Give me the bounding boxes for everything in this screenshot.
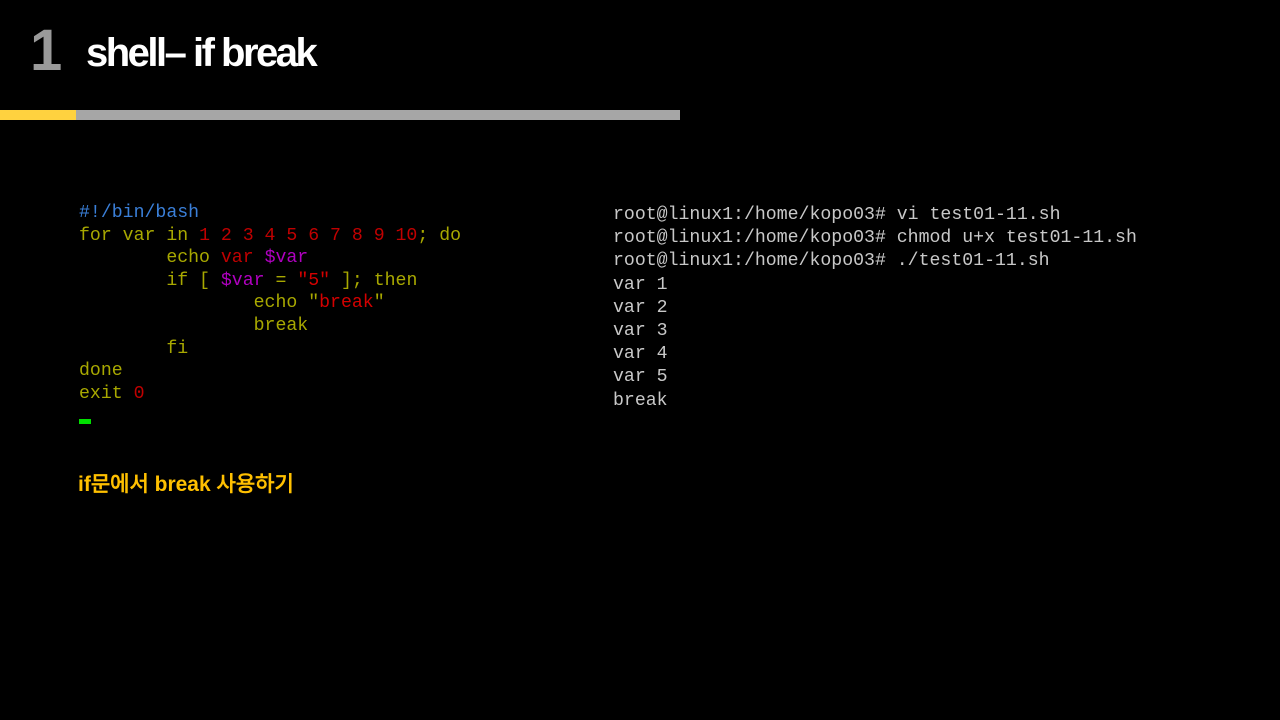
script-line: if [ $var = "5" ]; then	[79, 270, 461, 293]
script-token: break	[319, 293, 374, 314]
script-token: "	[308, 293, 320, 314]
slide-title: shell– if break	[86, 31, 318, 75]
script-token: fi	[79, 338, 189, 359]
script-line: fi	[79, 338, 461, 361]
terminal-output: root@linux1:/home/kopo03# vi test01-11.s…	[613, 204, 1137, 413]
terminal-line: root@linux1:/home/kopo03# vi test01-11.s…	[613, 205, 1061, 225]
script-token: 1 2 3 4 5 6 7 8 9 10	[199, 225, 418, 246]
slide-number: 1	[30, 18, 63, 83]
script-token: echo	[79, 248, 221, 269]
terminal-line: break	[613, 390, 668, 411]
script-line: echo "break"	[79, 292, 461, 315]
script-token: if [	[79, 270, 221, 291]
script-token: "5"	[297, 270, 331, 291]
script-token: #!/bin/bash	[79, 203, 200, 223]
script-line: exit 0	[79, 383, 461, 406]
terminal-line: var 4	[613, 344, 668, 365]
script-token: break	[79, 315, 309, 336]
text-cursor	[79, 418, 91, 424]
terminal-line: var 2	[613, 297, 668, 318]
slide-caption: if문에서 break 사용하기	[78, 473, 294, 496]
script-token: ]; then	[330, 270, 418, 291]
terminal-line: root@linux1:/home/kopo03# chmod u+x test…	[613, 228, 1137, 249]
script-line: done	[79, 360, 461, 383]
script-token: "	[373, 293, 385, 314]
script-token: $var	[220, 270, 265, 291]
title-underline-rest	[76, 110, 680, 120]
cursor-line	[79, 405, 461, 428]
title-underline-bar	[0, 110, 680, 120]
script-line: #!/bin/bash	[79, 202, 461, 225]
script-token: done	[79, 361, 123, 382]
script-token: echo	[79, 293, 309, 314]
script-token: =	[264, 270, 298, 291]
script-token: ; do	[417, 225, 462, 246]
script-token: var	[220, 248, 265, 269]
script-line: break	[79, 315, 461, 338]
script-token: $var	[264, 248, 309, 269]
terminal-line: var 3	[613, 321, 668, 342]
title-underline-accent	[0, 110, 76, 120]
terminal-line: root@linux1:/home/kopo03# ./test01-11.sh	[613, 251, 1050, 272]
script-token: exit	[79, 383, 134, 404]
script-line: for var in 1 2 3 4 5 6 7 8 9 10; do	[79, 225, 461, 248]
script-token: 0	[133, 383, 145, 404]
terminal-line: var 5	[613, 367, 668, 388]
terminal-line: var 1	[613, 274, 668, 295]
script-line: echo var $var	[79, 247, 461, 270]
script-token: for var in	[79, 225, 200, 246]
script-editor-view: #!/bin/bash for var in 1 2 3 4 5 6 7 8 9 …	[79, 202, 461, 428]
